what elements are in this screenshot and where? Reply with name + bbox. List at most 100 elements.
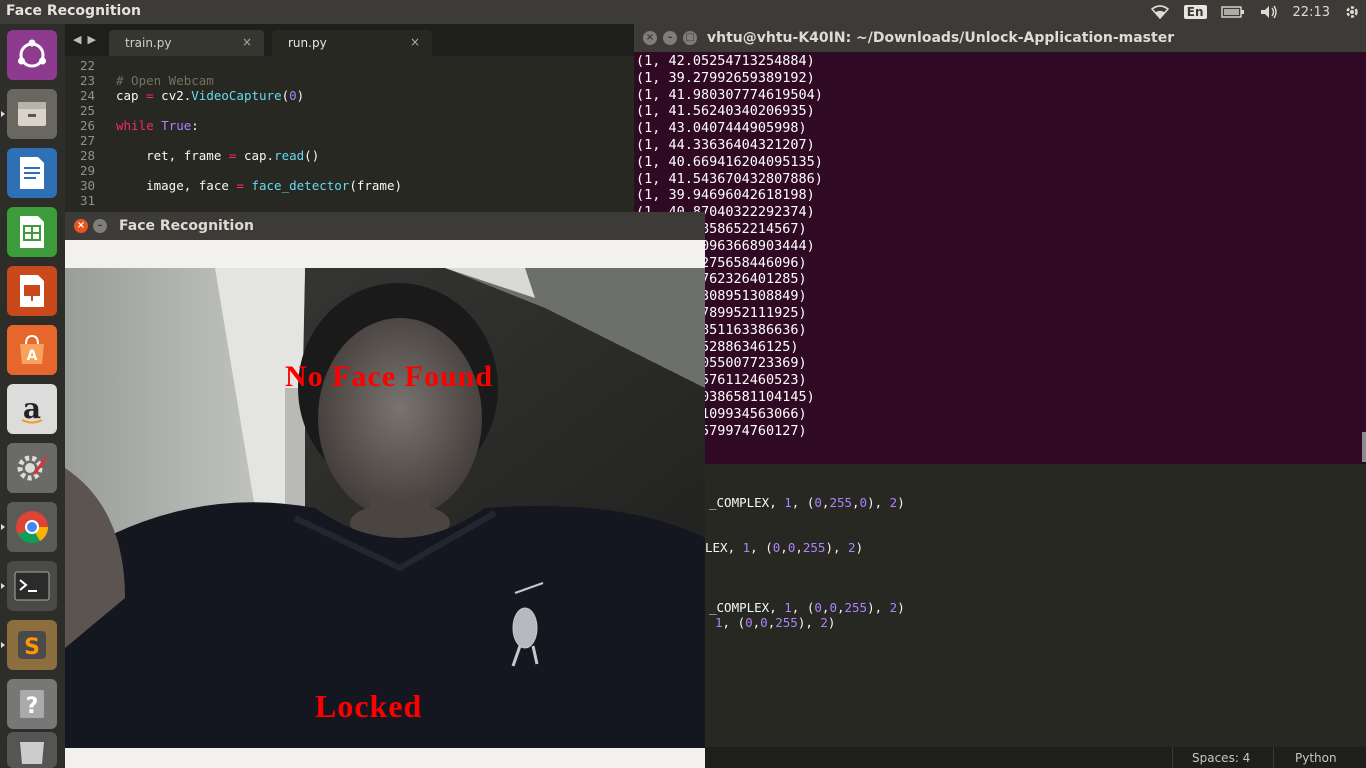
system-tray: En 22:13 [1150, 0, 1360, 24]
code-area[interactable]: 22 23 # Open Webcam 24 cap = cv2.VideoCaptur… [65, 58, 635, 208]
svg-text:a: a [23, 392, 41, 425]
line-text: cap = cv2.VideoCapture(0) [116, 88, 305, 103]
clock[interactable]: 22:13 [1293, 5, 1330, 20]
chrome-icon[interactable] [1, 502, 57, 552]
terminal-line: (1, 40.87040322292374) [636, 204, 815, 221]
line-number: 26 [79, 118, 95, 133]
line-text: image, face = face_detector(frame) [116, 178, 403, 193]
tab-run-py[interactable]: run.py × [272, 30, 432, 56]
line-number: 27 [79, 133, 95, 148]
code-line: 25 [65, 103, 635, 118]
line-number: 24 [79, 88, 95, 103]
terminal-line: (1, 39.27992659389192) [636, 69, 815, 86]
amazon-icon[interactable]: a [7, 384, 57, 434]
keyboard-layout-indicator[interactable]: En [1183, 5, 1207, 19]
terminal-line: (1, 40.3109934563066) [636, 405, 807, 422]
tab-label: run.py [288, 36, 327, 50]
tab-label: train.py [125, 36, 172, 50]
terminal-output: (1, 42.05254713254884) (1, 39.27992659389… [636, 53, 1356, 439]
tab-train-py[interactable]: train.py × [109, 30, 264, 56]
help-icon[interactable]: ? [7, 679, 57, 729]
active-app-title: Face Recognition [6, 3, 141, 19]
code-line: 28 ret, frame = cap.read() [65, 148, 635, 163]
code-line: 22 [65, 58, 635, 73]
terminal-line: (1, 41.56240340206935) [636, 103, 815, 120]
terminal-line: (1, 41.980307774619504) [636, 86, 823, 103]
terminal-line: (1, 44.33636404321207) [636, 136, 815, 153]
line-number: 30 [79, 178, 95, 193]
terminal-scrollbar[interactable] [1362, 432, 1366, 462]
terminal-line: (1, 40.452886346125) [636, 338, 799, 355]
code-fragment: LEX, 1, (0,0,255), 2) [705, 540, 864, 555]
syntax-setting[interactable]: Python [1295, 751, 1337, 765]
terminal-line: (1, 40.0858652214567) [636, 220, 807, 237]
line-number: 28 [79, 148, 95, 163]
lock-status-overlay: Locked [315, 688, 423, 724]
terminal-line: (1, 40.0576112460523) [636, 372, 807, 389]
terminal-title: vhtu@vhtu-K40IN: ~/Downloads/Unlock-Appl… [707, 30, 1175, 46]
impress-icon[interactable] [7, 266, 57, 316]
code-fragment: 1, (0,0,255), 2) [715, 615, 836, 630]
code-line: 23 # Open Webcam [65, 73, 635, 88]
terminal-line: (1, 40.6275658446096) [636, 254, 807, 271]
software-center-icon[interactable]: A [7, 325, 57, 375]
code-line: 26 while True: [65, 118, 635, 133]
terminal-title-bar[interactable]: × – □ vhtu@vhtu-K40IN: ~/Downloads/Unloc… [634, 24, 1366, 52]
code-fragment: _COMPLEX, 1, (0,0,255), 2) [709, 600, 905, 615]
system-settings-icon[interactable] [7, 443, 57, 493]
launcher: A a S ? [0, 24, 65, 768]
trash-icon[interactable] [7, 732, 57, 768]
files-icon[interactable] [1, 89, 57, 139]
code-fragment: _COMPLEX, 1, (0,255,0), 2) [709, 495, 905, 510]
calc-icon[interactable] [7, 207, 57, 257]
cv-window-title-bar[interactable]: × – Face Recognition [65, 212, 705, 240]
settings-gear-icon[interactable] [1344, 4, 1360, 20]
editor-tab-bar: ◀▶ train.py × run.py × [65, 24, 635, 56]
terminal-line: (1, 40.2308951308849) [636, 288, 807, 305]
line-text: ret, frame = cap.read() [116, 148, 320, 163]
ubuntu-dash-icon[interactable] [7, 30, 57, 80]
top-panel: Face Recognition En 22:13 [0, 0, 1366, 24]
editor-code-continuation[interactable]: _COMPLEX, 1, (0,255,0), 2) LEX, 1, (0,0,… [705, 464, 1366, 747]
terminal-line: (1, 40.4055007723369) [636, 355, 807, 372]
terminal-line: (1, 40.5762326401285) [636, 271, 807, 288]
minimize-icon[interactable]: – [93, 219, 107, 233]
close-icon[interactable]: × [74, 219, 88, 233]
close-icon[interactable]: × [643, 31, 657, 45]
face-recognition-window[interactable]: × – Face Recognition No Face Found Locke… [65, 212, 705, 768]
code-line: 24 cap = cv2.VideoCapture(0) [65, 88, 635, 103]
svg-text:A: A [27, 348, 38, 364]
svg-text:?: ? [26, 694, 39, 719]
webcam-image [65, 268, 705, 748]
terminal-line: (1, 39.94696042618198) [636, 187, 815, 204]
line-number: 25 [79, 103, 95, 118]
svg-text:S: S [24, 635, 40, 660]
wifi-icon[interactable] [1150, 4, 1170, 20]
maximize-icon[interactable]: □ [683, 31, 697, 45]
sublime-text-icon[interactable]: S [1, 620, 57, 670]
close-icon[interactable]: × [410, 35, 420, 49]
terminal-line: (1, 42.05254713254884) [636, 53, 815, 69]
minimize-icon[interactable]: – [663, 31, 677, 45]
terminal-line: (1, 40.70386581104145) [636, 388, 815, 405]
cv-window-title: Face Recognition [119, 218, 254, 234]
battery-icon[interactable] [1220, 5, 1245, 19]
writer-icon[interactable] [7, 148, 57, 198]
code-line: 27 [65, 133, 635, 148]
terminal-line: (1, 40.5579974760127) [636, 422, 807, 439]
volume-icon[interactable] [1259, 4, 1279, 20]
terminal-line: (1, 40.669416204095135) [636, 153, 823, 170]
terminal-line: (1, 40.40963668903444) [636, 237, 815, 254]
line-number: 31 [79, 193, 95, 208]
terminal-line: (1, 43.0407444905998) [636, 120, 807, 137]
indentation-setting[interactable]: Spaces: 4 [1192, 751, 1250, 765]
terminal-line: (1, 41.543670432807886) [636, 170, 823, 187]
tab-nav-arrows-icon[interactable]: ◀▶ [73, 33, 102, 46]
close-icon[interactable]: × [242, 35, 252, 49]
line-number: 23 [79, 73, 95, 88]
face-status-overlay: No Face Found [285, 360, 493, 393]
terminal-icon[interactable] [1, 561, 57, 611]
terminal-line: (1, 40.1789952111925) [636, 304, 807, 321]
terminal-window[interactable]: × – □ vhtu@vhtu-K40IN: ~/Downloads/Unloc… [634, 24, 1366, 464]
webcam-frame: No Face Found Locked [65, 268, 705, 748]
